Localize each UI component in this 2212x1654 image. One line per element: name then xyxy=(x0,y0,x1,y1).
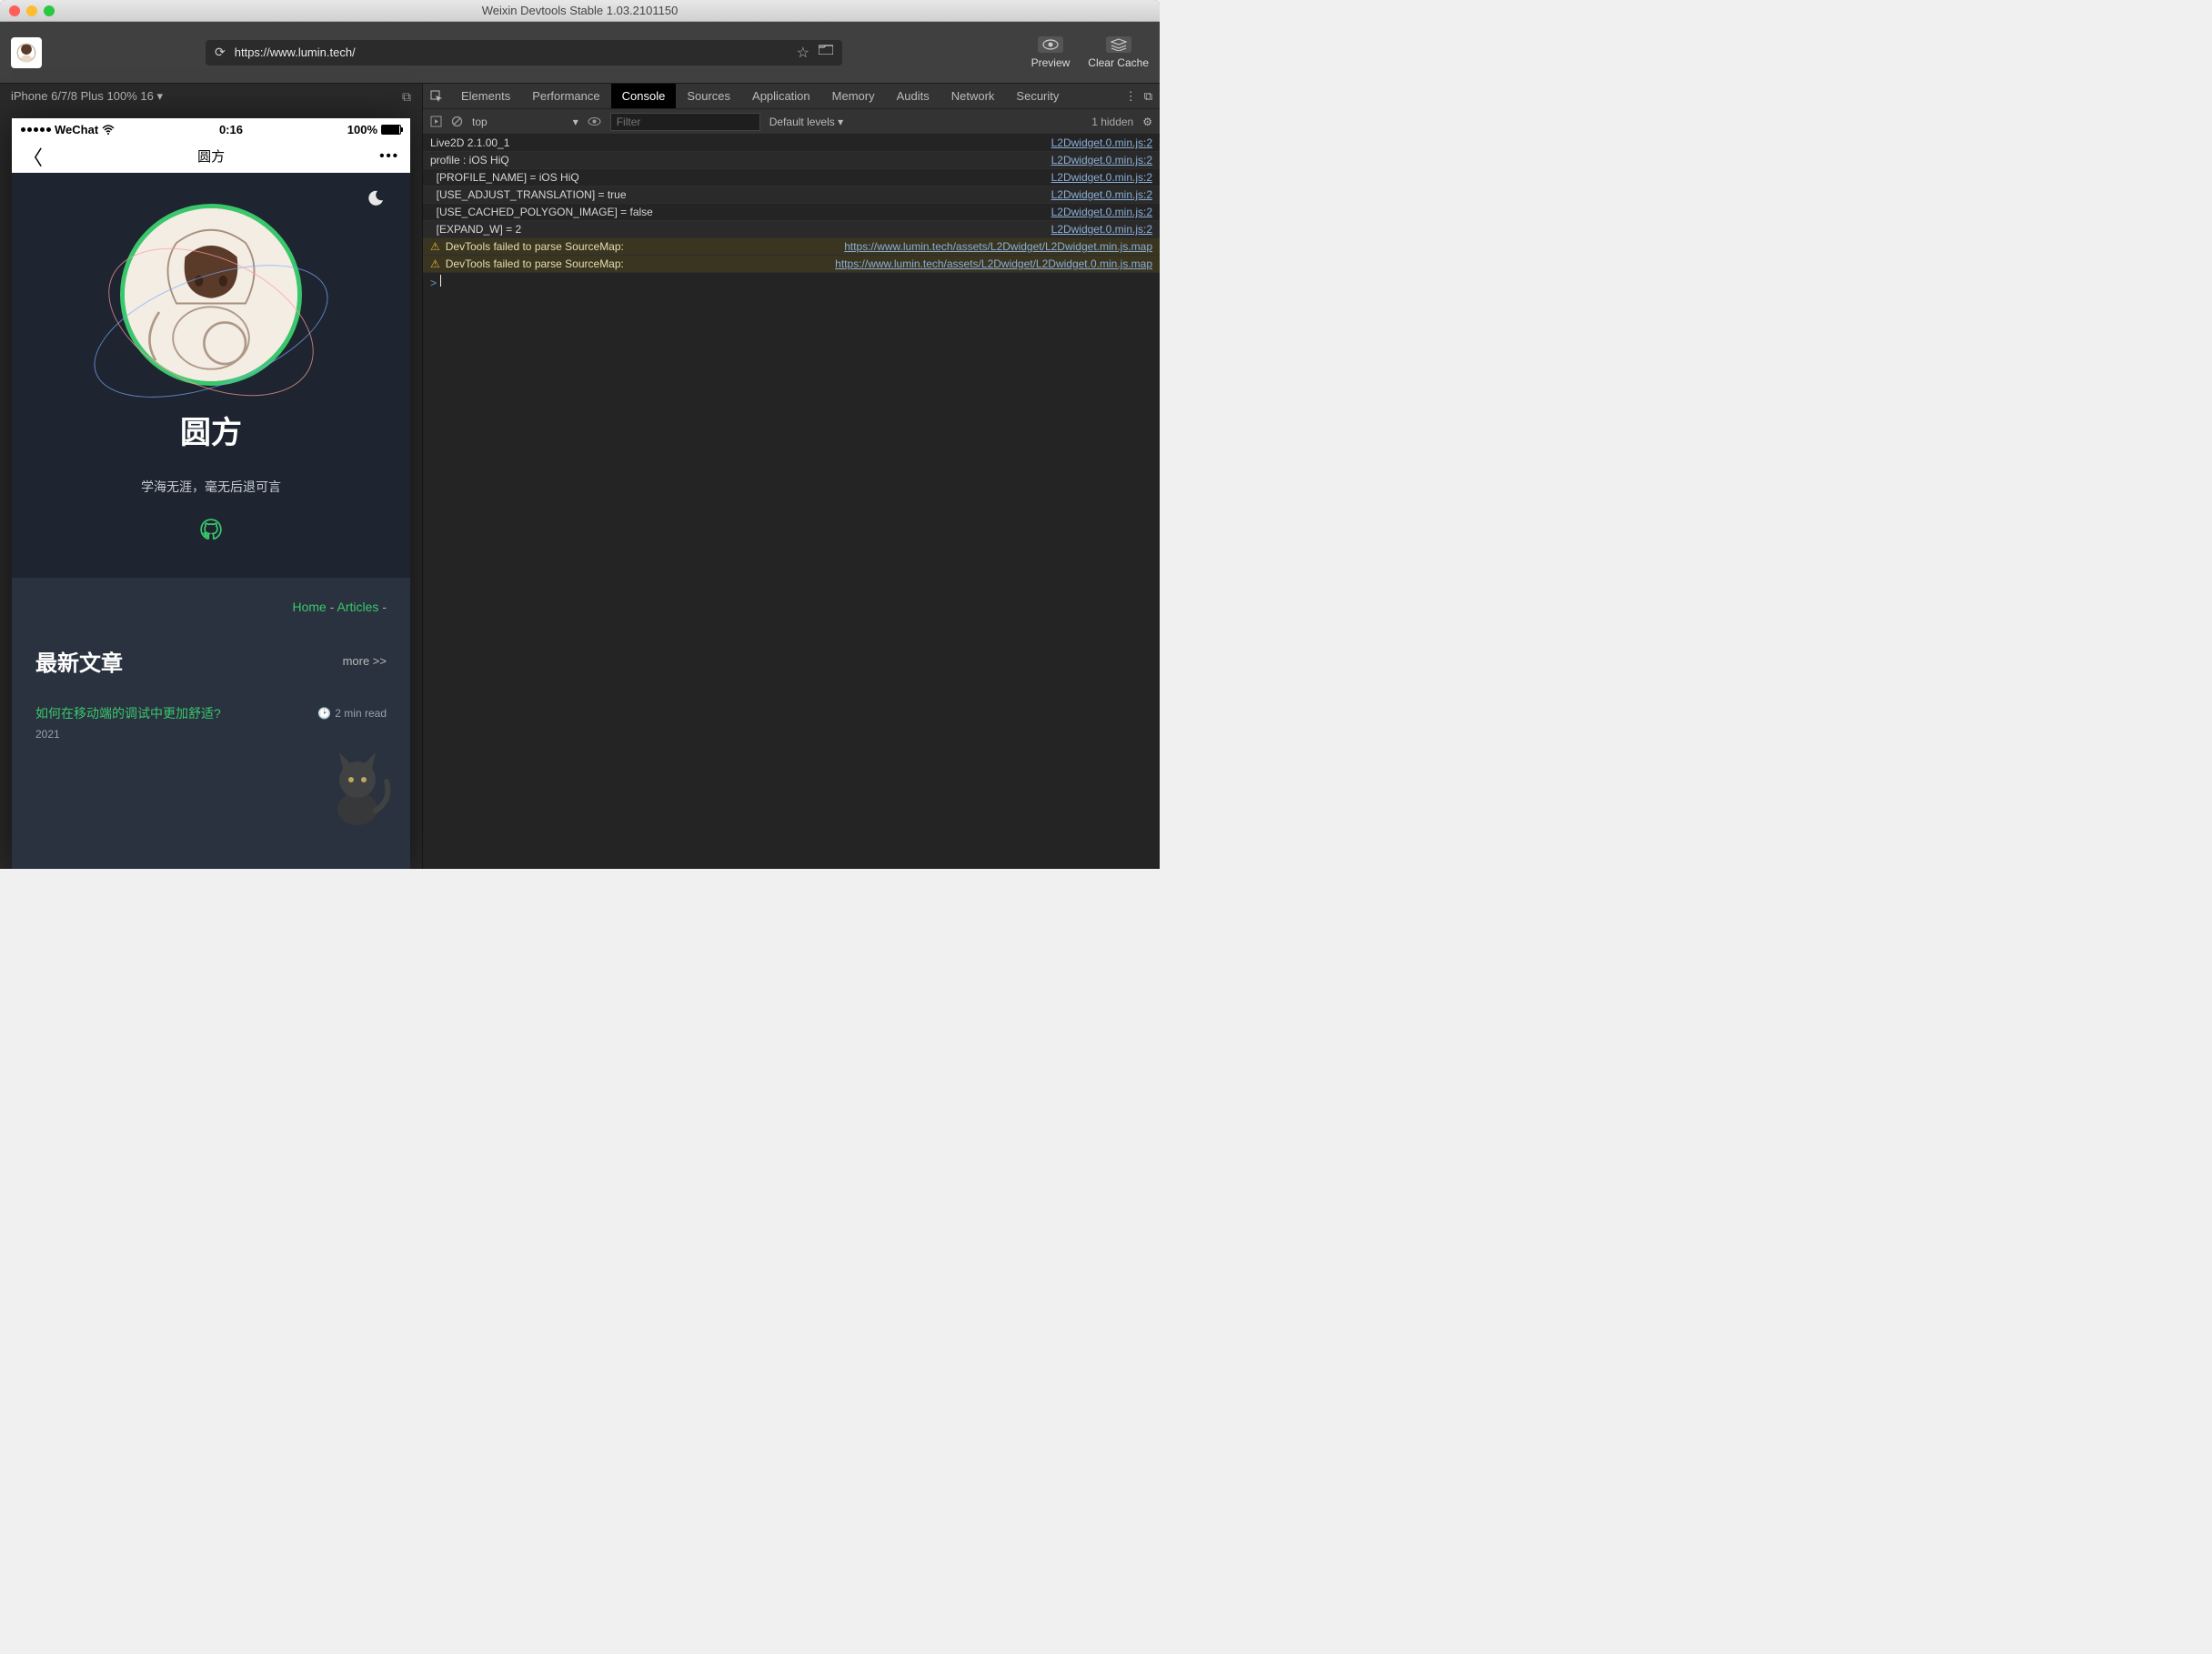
wifi-icon xyxy=(102,125,115,135)
article-meta: 🕑 2 min read xyxy=(317,707,387,720)
play-icon[interactable] xyxy=(430,116,442,127)
nav-title: 圆方 xyxy=(197,146,225,166)
main-toolbar: ⟳ https://www.lumin.tech/ ☆ Preview Cl xyxy=(0,22,1160,84)
sourcemap-link[interactable]: https://www.lumin.tech/assets/L2Dwidget/… xyxy=(835,257,1152,270)
console-warn-row: ⚠DevTools failed to parse SourceMap: htt… xyxy=(423,238,1160,256)
back-icon[interactable]: 〈 xyxy=(23,142,43,171)
clear-cache-label: Clear Cache xyxy=(1088,56,1149,69)
layers-icon xyxy=(1106,36,1131,53)
devtools-tabs: ElementsPerformanceConsoleSourcesApplica… xyxy=(423,84,1160,109)
inspect-icon[interactable] xyxy=(430,90,443,103)
console-warn-row: ⚠DevTools failed to parse SourceMap: htt… xyxy=(423,256,1160,273)
more-link[interactable]: more >> xyxy=(343,654,387,668)
tab-sources[interactable]: Sources xyxy=(676,84,741,108)
preview-button[interactable]: Preview xyxy=(1031,36,1071,69)
phone-preview: WeChat 0:16 100% 〈 圆方 xyxy=(12,118,410,869)
window-title: Weixin Devtools Stable 1.03.2101150 xyxy=(482,4,679,17)
console-log-row: Live2D 2.1.00_1L2Dwidget.0.min.js:2 xyxy=(423,135,1160,152)
source-link[interactable]: L2Dwidget.0.min.js:2 xyxy=(1051,206,1152,218)
context-selector[interactable]: top▾ xyxy=(472,116,578,128)
source-link[interactable]: L2Dwidget.0.min.js:2 xyxy=(1051,171,1152,184)
github-icon[interactable] xyxy=(199,518,223,541)
tab-application[interactable]: Application xyxy=(741,84,821,108)
signal-icon xyxy=(21,127,51,132)
app-icon[interactable] xyxy=(11,37,42,68)
nav-bar: 〈 圆方 ••• xyxy=(12,140,410,173)
eye-icon xyxy=(1038,36,1063,53)
window-titlebar: Weixin Devtools Stable 1.03.2101150 xyxy=(0,0,1160,22)
preview-label: Preview xyxy=(1031,56,1071,69)
status-bar: WeChat 0:16 100% xyxy=(12,118,410,140)
breadcrumb-articles[interactable]: Articles xyxy=(337,600,379,614)
gear-icon[interactable]: ⚙ xyxy=(1142,116,1152,128)
console-output[interactable]: Live2D 2.1.00_1L2Dwidget.0.min.js:2profi… xyxy=(423,135,1160,869)
url-bar[interactable]: ⟳ https://www.lumin.tech/ ☆ xyxy=(206,40,842,66)
reload-icon[interactable]: ⟳ xyxy=(215,45,226,60)
source-link[interactable]: L2Dwidget.0.min.js:2 xyxy=(1051,223,1152,236)
source-link[interactable]: L2Dwidget.0.min.js:2 xyxy=(1051,154,1152,166)
folder-icon[interactable] xyxy=(819,44,833,62)
tab-memory[interactable]: Memory xyxy=(821,84,886,108)
clock: 0:16 xyxy=(115,123,347,136)
tab-elements[interactable]: Elements xyxy=(450,84,521,108)
console-prompt[interactable]: > xyxy=(423,273,1160,291)
close-window-button[interactable] xyxy=(9,5,20,16)
switch-device-icon[interactable]: ⧉ xyxy=(402,89,411,105)
levels-selector[interactable]: Default levels ▾ xyxy=(769,116,843,128)
moon-icon[interactable] xyxy=(368,189,388,209)
source-link[interactable]: L2Dwidget.0.min.js:2 xyxy=(1051,136,1152,149)
clear-cache-button[interactable]: Clear Cache xyxy=(1088,36,1149,69)
warning-icon: ⚠ xyxy=(430,240,440,253)
battery-icon xyxy=(381,125,401,135)
eye-icon[interactable] xyxy=(588,116,601,126)
console-log-row: profile : iOS HiQL2Dwidget.0.min.js:2 xyxy=(423,152,1160,169)
breadcrumb: Home - Articles - xyxy=(35,600,387,614)
profile-name: 圆方 xyxy=(180,408,242,452)
tab-audits[interactable]: Audits xyxy=(886,84,940,108)
console-log-row: [PROFILE_NAME] = iOS HiQL2Dwidget.0.min.… xyxy=(423,169,1160,187)
article-title[interactable]: 如何在移动端的调试中更加舒适? xyxy=(35,704,221,722)
minimize-window-button[interactable] xyxy=(26,5,37,16)
tab-console[interactable]: Console xyxy=(611,84,677,108)
source-link[interactable]: L2Dwidget.0.min.js:2 xyxy=(1051,188,1152,201)
console-log-row: [USE_CACHED_POLYGON_IMAGE] = falseL2Dwid… xyxy=(423,204,1160,221)
console-toolbar: top▾ Default levels ▾ 1 hidden ⚙ xyxy=(423,109,1160,135)
carrier-label: WeChat xyxy=(55,123,98,136)
device-selector[interactable]: iPhone 6/7/8 Plus 100% 16 ▾ xyxy=(11,89,163,104)
device-bar: iPhone 6/7/8 Plus 100% 16 ▾ ⧉ xyxy=(0,84,422,109)
console-log-row: [EXPAND_W] = 2L2Dwidget.0.min.js:2 xyxy=(423,221,1160,238)
clock-icon: 🕑 xyxy=(317,707,331,720)
live2d-widget[interactable] xyxy=(321,745,394,827)
hidden-count: 1 hidden xyxy=(1091,116,1133,128)
filter-input[interactable] xyxy=(610,113,760,131)
url-input[interactable]: https://www.lumin.tech/ xyxy=(235,45,788,59)
article-row[interactable]: 如何在移动端的调试中更加舒适? 🕑 2 min read xyxy=(35,704,387,722)
dock-icon[interactable]: ⧉ xyxy=(1144,89,1152,104)
profile-subtitle: 学海无涯，毫无后退可言 xyxy=(141,478,281,496)
warning-icon: ⚠ xyxy=(430,257,440,270)
kebab-icon[interactable]: ⋮ xyxy=(1125,89,1137,104)
star-icon[interactable]: ☆ xyxy=(797,44,809,62)
section-title: 最新文章 xyxy=(35,645,123,677)
more-icon[interactable]: ••• xyxy=(379,148,399,164)
battery-percent: 100% xyxy=(347,123,377,136)
maximize-window-button[interactable] xyxy=(44,5,55,16)
clear-console-icon[interactable] xyxy=(451,116,463,127)
tab-security[interactable]: Security xyxy=(1005,84,1070,108)
sourcemap-link[interactable]: https://www.lumin.tech/assets/L2Dwidget/… xyxy=(844,240,1152,253)
breadcrumb-home[interactable]: Home xyxy=(293,600,327,614)
tab-performance[interactable]: Performance xyxy=(521,84,610,108)
article-year: 2021 xyxy=(35,728,387,741)
tab-network[interactable]: Network xyxy=(940,84,1006,108)
console-log-row: [USE_ADJUST_TRANSLATION] = trueL2Dwidget… xyxy=(423,187,1160,204)
